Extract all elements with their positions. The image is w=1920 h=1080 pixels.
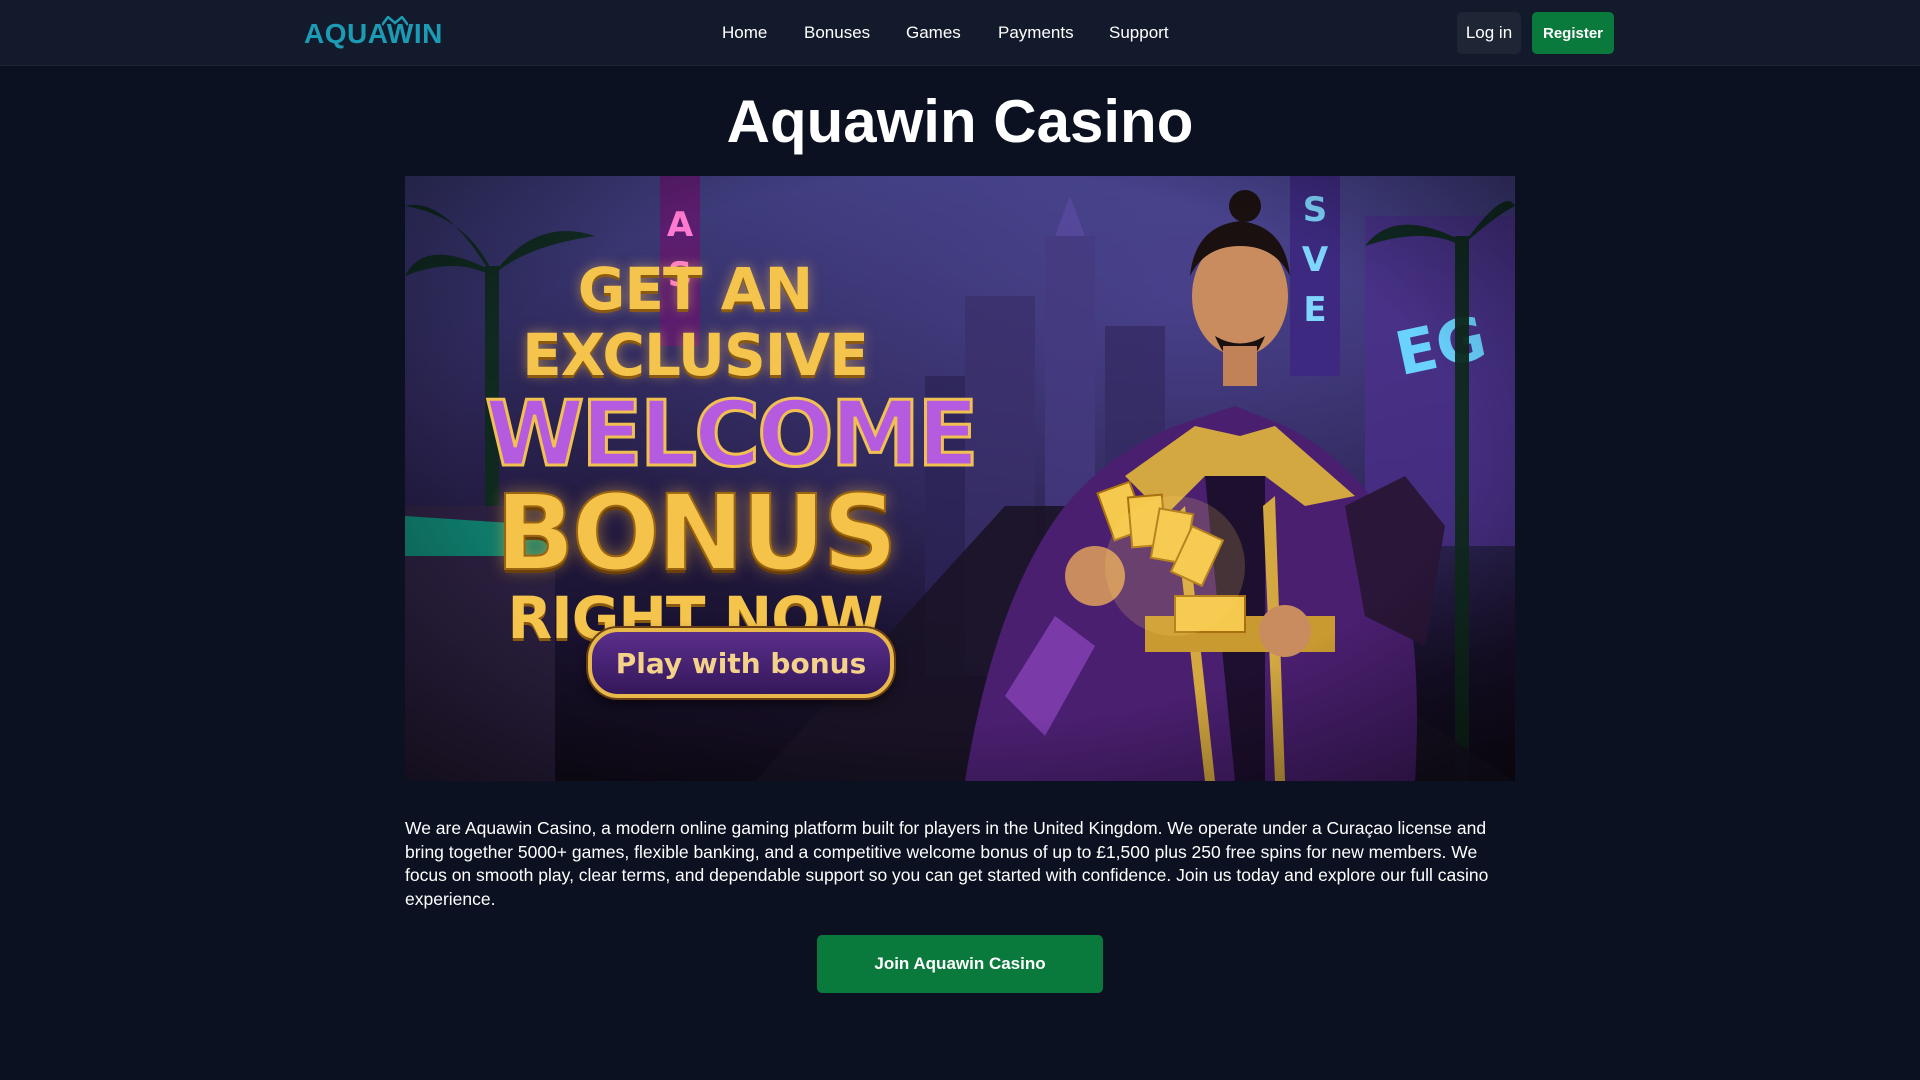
play-with-bonus-button[interactable]: Play with bonus [588,628,894,698]
nav-bonuses[interactable]: Bonuses [804,22,870,44]
logo-wave-icon [382,16,408,26]
page-title: Aquawin Casino [726,88,1194,155]
banner-line-1: GET AN EXCLUSIVE [522,255,869,389]
nav-home[interactable]: Home [722,22,767,44]
aquawin-logo[interactable]: AQUAWIN [304,16,443,50]
intro-paragraph: We are Aquawin Casino, a modern online g… [405,818,1489,909]
register-button[interactable]: Register [1532,12,1614,54]
welcome-bonus-banner[interactable]: A S S V E EG [405,176,1515,781]
banner-line-3: BONUS [494,472,898,594]
nav-games[interactable]: Games [906,22,961,44]
login-button[interactable]: Log in [1457,12,1521,54]
nav-support[interactable]: Support [1109,22,1169,44]
nav-payments[interactable]: Payments [998,22,1074,44]
main-nav: Home Bonuses Games Payments Support [0,0,1920,66]
join-casino-button[interactable]: Join Aquawin Casino [817,935,1103,993]
top-navigation-bar: AQUAWIN Home Bonuses Games Payments Supp… [0,0,1920,66]
banner-headline: GET AN EXCLUSIVE WELCOME BONUS RIGHT NOW [484,255,981,650]
banner-line-2: WELCOME [484,382,981,487]
